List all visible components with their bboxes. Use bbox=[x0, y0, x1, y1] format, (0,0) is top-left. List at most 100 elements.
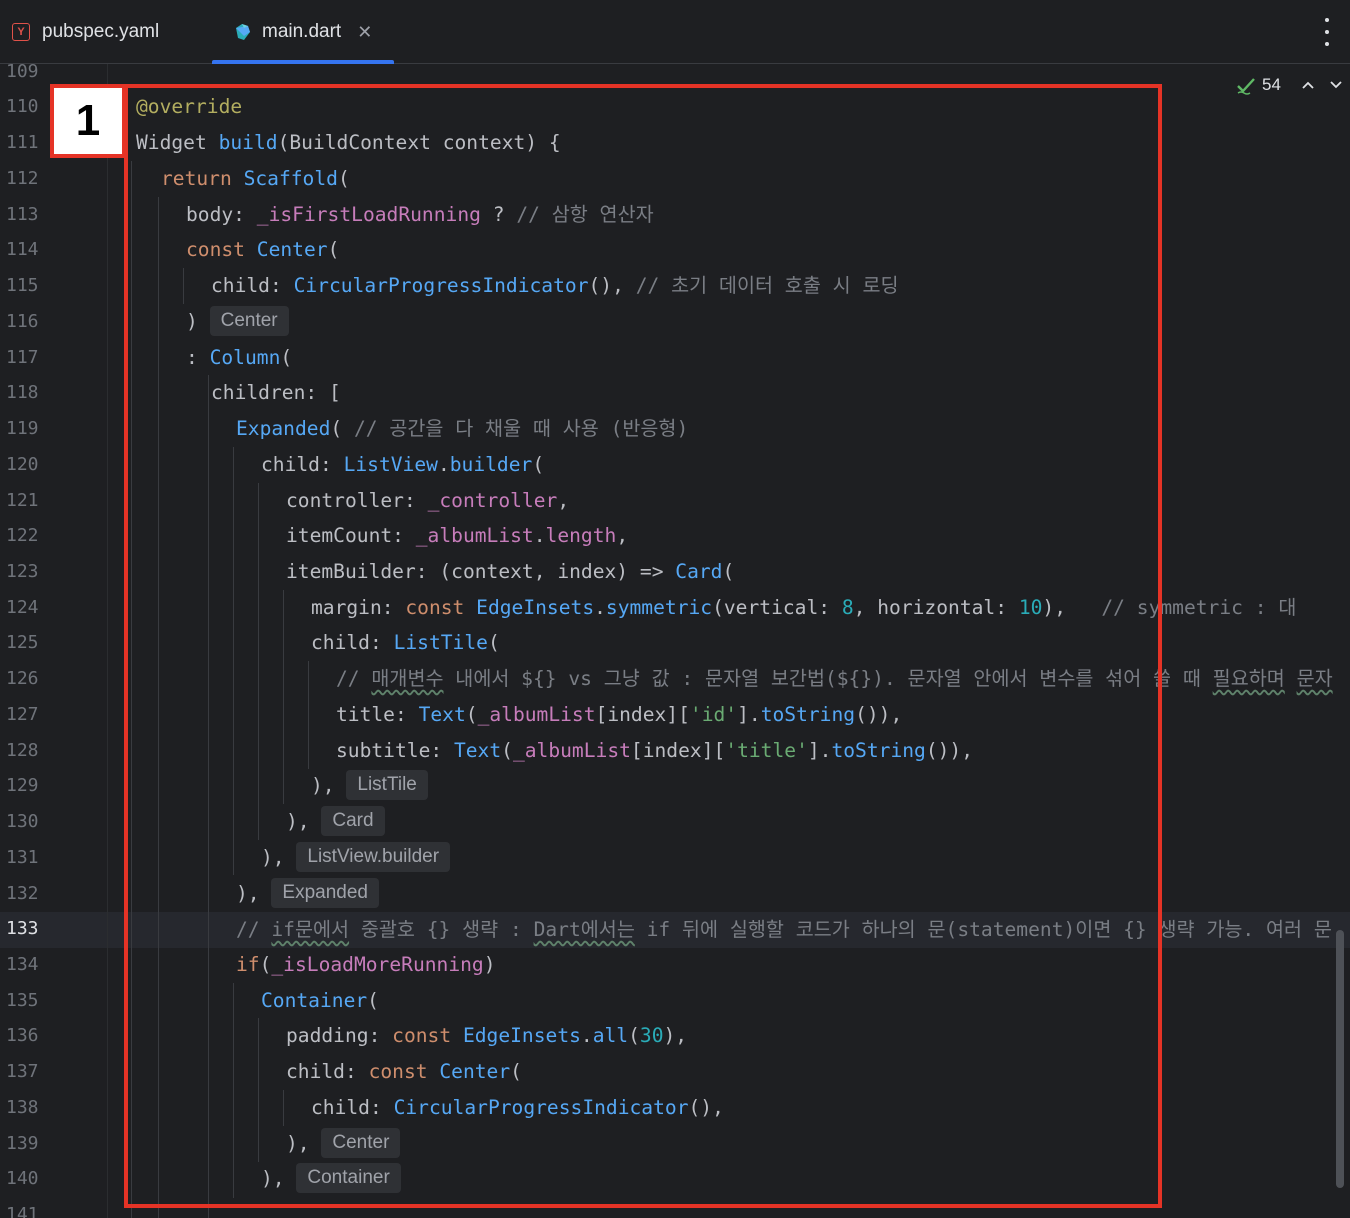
indent-guide bbox=[258, 483, 259, 840]
indent-guide bbox=[258, 1018, 259, 1162]
line-number: 127 bbox=[6, 704, 39, 725]
inspection-count: 54 bbox=[1262, 75, 1281, 94]
line-number: 134 bbox=[6, 954, 39, 975]
line-number: 136 bbox=[6, 1025, 39, 1046]
line-number: 135 bbox=[6, 990, 39, 1011]
line-number: 129 bbox=[6, 775, 39, 796]
indent-guide bbox=[233, 447, 234, 875]
line-number: 140 bbox=[6, 1168, 39, 1189]
indent-guide bbox=[158, 197, 159, 1218]
code-line-140: ), Container bbox=[261, 1161, 401, 1197]
close-icon[interactable]: ✕ bbox=[357, 22, 372, 43]
line-number: 139 bbox=[6, 1133, 39, 1154]
indent-guide bbox=[308, 661, 309, 769]
code-line-132: ), Expanded bbox=[236, 876, 379, 912]
code-line-137: child: const Center( bbox=[286, 1060, 522, 1083]
tab-label: main.dart bbox=[262, 21, 342, 42]
line-number: 113 bbox=[6, 204, 39, 225]
indent-guide bbox=[131, 161, 132, 1218]
tab-main-dart[interactable]: main.dart ✕ bbox=[212, 0, 394, 64]
line-number: 110 bbox=[6, 96, 39, 117]
code-line-123: itemBuilder: (context, index) => Card( bbox=[286, 560, 735, 583]
code-line-119: Expanded( // 공간을 다 채울 때 사용 (반응형) bbox=[236, 417, 689, 440]
line-number: 119 bbox=[6, 418, 39, 439]
indent-guide bbox=[183, 268, 184, 304]
tab-pubspec-yaml[interactable]: Y pubspec.yaml bbox=[12, 0, 159, 64]
line-number: 124 bbox=[6, 597, 39, 618]
more-options-icon[interactable] bbox=[1322, 18, 1332, 46]
line-number: 126 bbox=[6, 668, 39, 689]
inlay-hint-center[interactable]: Center bbox=[209, 306, 289, 336]
code-line-124: margin: const EdgeInsets.symmetric(verti… bbox=[311, 596, 1297, 619]
annotation-badge: 1 bbox=[50, 84, 126, 158]
code-line-139: ), Center bbox=[286, 1126, 401, 1162]
code-editor[interactable]: 109 110 111 112 113 114 115 116 117 118 … bbox=[0, 64, 1350, 1218]
code-line-120: child: ListView.builder( bbox=[261, 453, 545, 476]
inlay-hint-container[interactable]: Container bbox=[296, 1163, 401, 1193]
line-number: 138 bbox=[6, 1097, 39, 1118]
inlay-hint-card[interactable]: Card bbox=[321, 806, 385, 836]
line-number: 131 bbox=[6, 847, 39, 868]
line-number: 141 bbox=[6, 1204, 39, 1218]
chevron-down-icon[interactable] bbox=[1329, 80, 1343, 90]
code-line-127: title: Text(_albumList[index]['id'].toSt… bbox=[336, 703, 903, 726]
code-line-134: if(_isLoadMoreRunning) bbox=[236, 953, 496, 976]
line-number: 132 bbox=[6, 883, 39, 904]
inlay-hint-listview-builder[interactable]: ListView.builder bbox=[296, 842, 451, 872]
indent-guide bbox=[283, 590, 284, 804]
line-number: 116 bbox=[6, 311, 39, 332]
code-line-135: Container( bbox=[261, 989, 379, 1012]
code-line-121: controller: _controller, bbox=[286, 489, 570, 512]
code-line-122: itemCount: _albumList.length, bbox=[286, 524, 629, 547]
line-number: 117 bbox=[6, 347, 39, 368]
yaml-file-icon: Y bbox=[12, 23, 30, 41]
vertical-scrollbar[interactable] bbox=[1336, 930, 1344, 1188]
line-number: 122 bbox=[6, 525, 39, 546]
code-line-118: children: [ bbox=[211, 381, 341, 404]
line-number: 121 bbox=[6, 490, 39, 511]
code-line-126: // 매개변수 내에서 ${} vs 그냥 값 : 문자열 보간법(${}). … bbox=[336, 667, 1333, 690]
code-line-115: child: CircularProgressIndicator(), // 초… bbox=[211, 274, 899, 297]
line-number: 115 bbox=[6, 275, 39, 296]
line-number-gutter: 109 110 111 112 113 114 115 116 117 118 … bbox=[0, 64, 108, 1218]
dart-file-icon bbox=[232, 22, 252, 42]
line-number: 112 bbox=[6, 168, 39, 189]
code-line-125: child: ListTile( bbox=[311, 631, 500, 654]
line-number: 130 bbox=[6, 811, 39, 832]
line-number: 118 bbox=[6, 382, 39, 403]
inlay-hint-listtile[interactable]: ListTile bbox=[346, 770, 428, 800]
code-line-112: return Scaffold( bbox=[161, 167, 350, 190]
line-number: 120 bbox=[6, 454, 39, 475]
line-number: 128 bbox=[6, 740, 39, 761]
code-line-113: body: _isFirstLoadRunning ? // 삼항 연산자 bbox=[186, 203, 654, 226]
indent-guide bbox=[233, 983, 234, 1198]
indent-guide bbox=[283, 1090, 284, 1126]
inlay-hint-center[interactable]: Center bbox=[321, 1128, 401, 1158]
editor-tab-bar: Y pubspec.yaml main.dart ✕ bbox=[0, 0, 1350, 64]
inlay-hint-expanded[interactable]: Expanded bbox=[271, 878, 379, 908]
line-number: 125 bbox=[6, 632, 39, 653]
code-line-114: const Center( bbox=[186, 238, 340, 261]
code-line-117: : Column( bbox=[186, 346, 293, 369]
inspection-widget[interactable]: 54 bbox=[1236, 72, 1343, 98]
code-line-138: child: CircularProgressIndicator(), bbox=[311, 1096, 724, 1119]
line-number: 111 bbox=[6, 132, 39, 153]
code-line-111: Widget build(BuildContext context) { bbox=[136, 131, 561, 154]
code-line-129: ), ListTile bbox=[311, 768, 428, 804]
line-number-active: 133 bbox=[6, 918, 39, 939]
line-number: 114 bbox=[6, 239, 39, 260]
line-number: 109 bbox=[6, 64, 39, 82]
code-line-116: ) Center bbox=[186, 304, 289, 340]
line-number: 123 bbox=[6, 561, 39, 582]
code-line-130: ), Card bbox=[286, 804, 385, 840]
chevron-up-icon[interactable] bbox=[1301, 80, 1315, 90]
code-line-131: ), ListView.builder bbox=[261, 840, 451, 876]
code-line-128: subtitle: Text(_albumList[index]['title'… bbox=[336, 739, 974, 762]
line-number: 137 bbox=[6, 1061, 39, 1082]
check-icon bbox=[1237, 78, 1255, 95]
tab-label: pubspec.yaml bbox=[42, 21, 160, 42]
code-line-110: @override bbox=[136, 95, 243, 118]
indent-guide bbox=[208, 375, 209, 1218]
code-line-133: // if문에서 중괄호 {} 생략 : Dart에서는 if 뒤에 실행할 코… bbox=[236, 918, 1332, 941]
code-line-136: padding: const EdgeInsets.all(30), bbox=[286, 1024, 688, 1047]
